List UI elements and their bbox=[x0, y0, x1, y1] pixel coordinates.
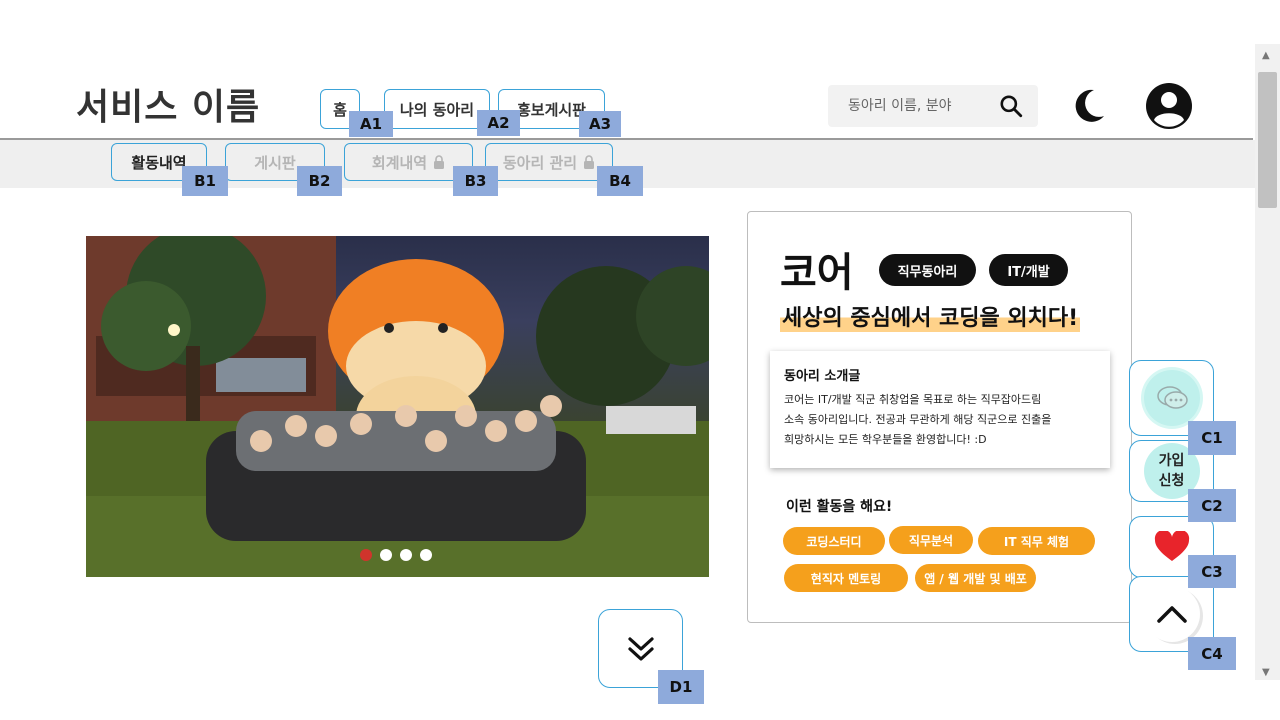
annotation-tag-a3: A3 bbox=[579, 111, 621, 137]
vertical-scrollbar[interactable]: ▲ ▼ bbox=[1255, 44, 1280, 680]
chip-field[interactable]: IT/개발 bbox=[989, 254, 1068, 286]
heart-icon bbox=[1154, 531, 1189, 561]
carousel-dot-2[interactable] bbox=[380, 549, 392, 561]
subnav-activity-log-label: 활동내역 bbox=[131, 153, 187, 172]
subnav-club-management[interactable]: 동아리 관리 bbox=[485, 143, 613, 181]
search-box bbox=[828, 85, 1038, 127]
lock-icon bbox=[584, 155, 595, 169]
activity-pill[interactable]: IT 직무 체험 bbox=[978, 527, 1095, 555]
join-label-line2: 신청 bbox=[1158, 473, 1185, 489]
double-chevron-down-icon bbox=[627, 636, 654, 661]
annotation-tag-c1: C1 bbox=[1188, 421, 1236, 455]
activity-pill[interactable]: 앱 / 웹 개발 및 배포 bbox=[915, 564, 1036, 592]
annotation-tag-c3: C3 bbox=[1188, 555, 1236, 588]
scroll-thumb[interactable] bbox=[1258, 72, 1277, 208]
club-intro-box: 동아리 소개글 코어는 IT/개발 직군 취창업을 목표로 하는 직무잡아드림 … bbox=[770, 351, 1110, 468]
annotation-tag-b4: B4 bbox=[597, 166, 643, 196]
subnav-board-label: 게시판 bbox=[254, 153, 296, 172]
activities-title: 이런 활동을 해요! bbox=[786, 499, 893, 515]
scroll-up-arrow-icon[interactable]: ▲ bbox=[1262, 50, 1270, 61]
dark-mode-moon-icon[interactable] bbox=[1068, 86, 1108, 126]
annotation-tag-c2: C2 bbox=[1188, 489, 1236, 522]
carousel-dot-1[interactable] bbox=[360, 549, 372, 561]
join-label-line1: 가입 bbox=[1158, 453, 1185, 469]
carousel-dot-4[interactable] bbox=[420, 549, 432, 561]
carousel-indicators bbox=[360, 549, 432, 561]
scroll-to-top-circle bbox=[1143, 586, 1200, 642]
chat-button-circle bbox=[1143, 370, 1200, 426]
intro-line: 희망하시는 모든 학우분들을 환영합니다! :D bbox=[784, 433, 987, 446]
activity-pill[interactable]: 직무분석 bbox=[889, 526, 973, 554]
subnav-accounting-label: 회계내역 bbox=[371, 153, 428, 172]
chat-bubble-icon bbox=[1156, 386, 1188, 409]
subnav-club-management-label: 동아리 관리 bbox=[502, 153, 578, 172]
intro-line: 코어는 IT/개발 직군 취창업을 목표로 하는 직무잡아드림 bbox=[784, 393, 1042, 406]
activity-pill[interactable]: 현직자 멘토링 bbox=[784, 564, 908, 592]
club-name: 코어 bbox=[780, 250, 854, 296]
search-input[interactable] bbox=[848, 98, 998, 114]
annotation-tag-b3: B3 bbox=[453, 166, 498, 196]
club-group-photo bbox=[86, 236, 709, 577]
intro-title: 동아리 소개글 bbox=[784, 369, 861, 384]
club-photo-carousel[interactable] bbox=[86, 236, 709, 577]
annotation-tag-b1: B1 bbox=[182, 166, 228, 196]
nav-my-clubs[interactable]: 나의 동아리 bbox=[384, 89, 490, 129]
search-icon[interactable] bbox=[998, 93, 1024, 119]
chip-category[interactable]: 직무동아리 bbox=[879, 254, 976, 286]
scroll-down-arrow-icon[interactable]: ▼ bbox=[1262, 667, 1270, 678]
annotation-tag-c4: C4 bbox=[1188, 637, 1236, 670]
carousel-dot-3[interactable] bbox=[400, 549, 412, 561]
annotation-tag-a2: A2 bbox=[477, 110, 520, 136]
intro-body: 코어는 IT/개발 직군 취창업을 목표로 하는 직무잡아드림 소속 동아리입니… bbox=[784, 390, 1096, 450]
club-slogan: 세상의 중심에서 코딩을 외치다! bbox=[780, 300, 1081, 332]
lock-icon bbox=[434, 155, 445, 169]
annotation-tag-a1: A1 bbox=[349, 111, 393, 137]
brand-title[interactable]: 서비스 이름 bbox=[76, 78, 260, 130]
user-profile-icon[interactable] bbox=[1145, 82, 1193, 130]
annotation-tag-d1: D1 bbox=[658, 670, 704, 704]
intro-line: 소속 동아리입니다. 전공과 무관하게 해당 직군으로 진출을 bbox=[784, 413, 1052, 426]
annotation-tag-b2: B2 bbox=[297, 166, 342, 196]
chevron-up-icon bbox=[1156, 606, 1187, 623]
club-info-card: 코어 직무동아리 IT/개발 세상의 중심에서 코딩을 외치다! 동아리 소개글… bbox=[747, 211, 1132, 623]
activity-pill[interactable]: 코딩스터디 bbox=[783, 527, 885, 555]
page: ▲ ▼ 서비스 이름 홈 나의 동아리 홍보게시판 A1 A2 A3 활동내역 … bbox=[0, 0, 1280, 720]
